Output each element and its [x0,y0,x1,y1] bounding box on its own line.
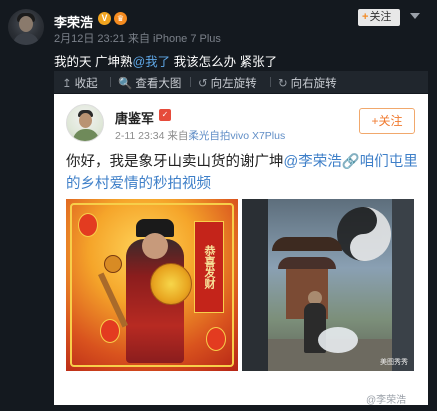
photo-right[interactable]: 美图秀秀 [242,199,414,371]
card-author-avatar[interactable] [66,104,104,142]
post-text-suffix: 我该怎么办 紧张了 [170,55,278,69]
vip-crown-icon: ♛ [114,12,127,25]
rotate-right-button[interactable]: ↻ 向右旋转 [278,75,337,91]
mace-head [104,255,122,273]
card-meta: 2-11 23:34 来自柔光自拍vivo X7Plus [115,128,285,143]
magnifier-icon: 🔍 [118,78,133,90]
avatar-face [19,16,33,32]
rotate-right-icon: ↻ [278,78,288,90]
photo-edge-left [242,199,268,371]
view-large-button[interactable]: 🔍 查看大图 [118,75,181,91]
rotate-left-label: 向左旋转 [210,78,257,90]
lantern-icon [206,327,226,351]
card-mention-link[interactable]: @李荣浩 [284,154,342,170]
yin-yang-icon [337,207,391,261]
card-source-prefix: 来自 [164,130,189,142]
blessing-scroll: 恭喜发财 [194,221,224,313]
rotate-right-label: 向右旋转 [290,78,337,90]
author-name[interactable]: 李荣浩 [54,12,93,31]
lantern-icon [78,213,98,237]
pagoda-roof-lower [278,257,336,269]
outer-avatar[interactable] [8,9,44,45]
expanded-image-card[interactable]: 唐鉴军 ✓ 2-11 23:34 来自柔光自拍vivo X7Plus +关注 你… [54,94,428,405]
card-author-name[interactable]: 唐鉴军 [115,108,154,127]
gold-fan-icon [150,263,192,305]
verified-v-icon: V [98,12,111,25]
rotate-left-button[interactable]: ↺ 向左旋转 [198,75,257,91]
post-text: 我的天 广坤熟@我了 我该怎么办 紧张了 [54,51,277,70]
card-source-link[interactable]: 柔光自拍vivo X7Plus [188,130,285,142]
photo-left[interactable]: 恭喜发财 [66,199,238,371]
follow-label: 关注 [369,11,392,23]
person-face [142,233,168,259]
photo-edge-right [392,199,414,371]
post-text-prefix: 我的天 广坤熟 [54,55,133,69]
collapse-label: 收起 [74,78,98,90]
photo-watermark: 美图秀秀 [380,359,408,366]
weibo-watermark: @李荣浩 [366,395,407,406]
toolbar-divider [110,77,111,87]
card-avatar-body [73,129,99,141]
chevron-down-icon[interactable] [410,13,420,19]
card-text-body: 你好，我是象牙山卖山货的谢广坤 [66,154,284,170]
collapse-icon: ↥ [62,78,72,90]
toolbar-divider [190,77,191,87]
card-text: 你好，我是象牙山卖山货的谢广坤@李荣浩🔗咱们屯里的乡村爱情的秒拍视频 [66,151,418,195]
follow-button[interactable]: +关注 [358,9,400,26]
card-avatar-face [79,113,92,128]
lantern-icon [100,319,120,343]
post-meta: 2月12日 23:21 来自 iPhone 7 Plus [54,33,221,45]
card-time: 2-11 23:34 [115,130,165,142]
smoke-cloud [318,327,358,353]
card-verified-icon: ✓ [159,109,171,121]
pagoda-roof [272,237,342,251]
image-toolbar: ↥ 收起 🔍 查看大图 ↺ 向左旋转 ↻ 向右旋转 [54,71,428,93]
follow-plus-icon: + [362,11,369,23]
toolbar-divider [270,77,271,87]
card-follow-button[interactable]: +关注 [359,108,415,134]
avatar-body [13,33,39,45]
collapse-button[interactable]: ↥ 收起 [62,75,98,91]
view-large-label: 查看大图 [135,78,182,90]
rotate-left-icon: ↺ [198,78,208,90]
post-mention-link[interactable]: @我了 [132,55,170,69]
